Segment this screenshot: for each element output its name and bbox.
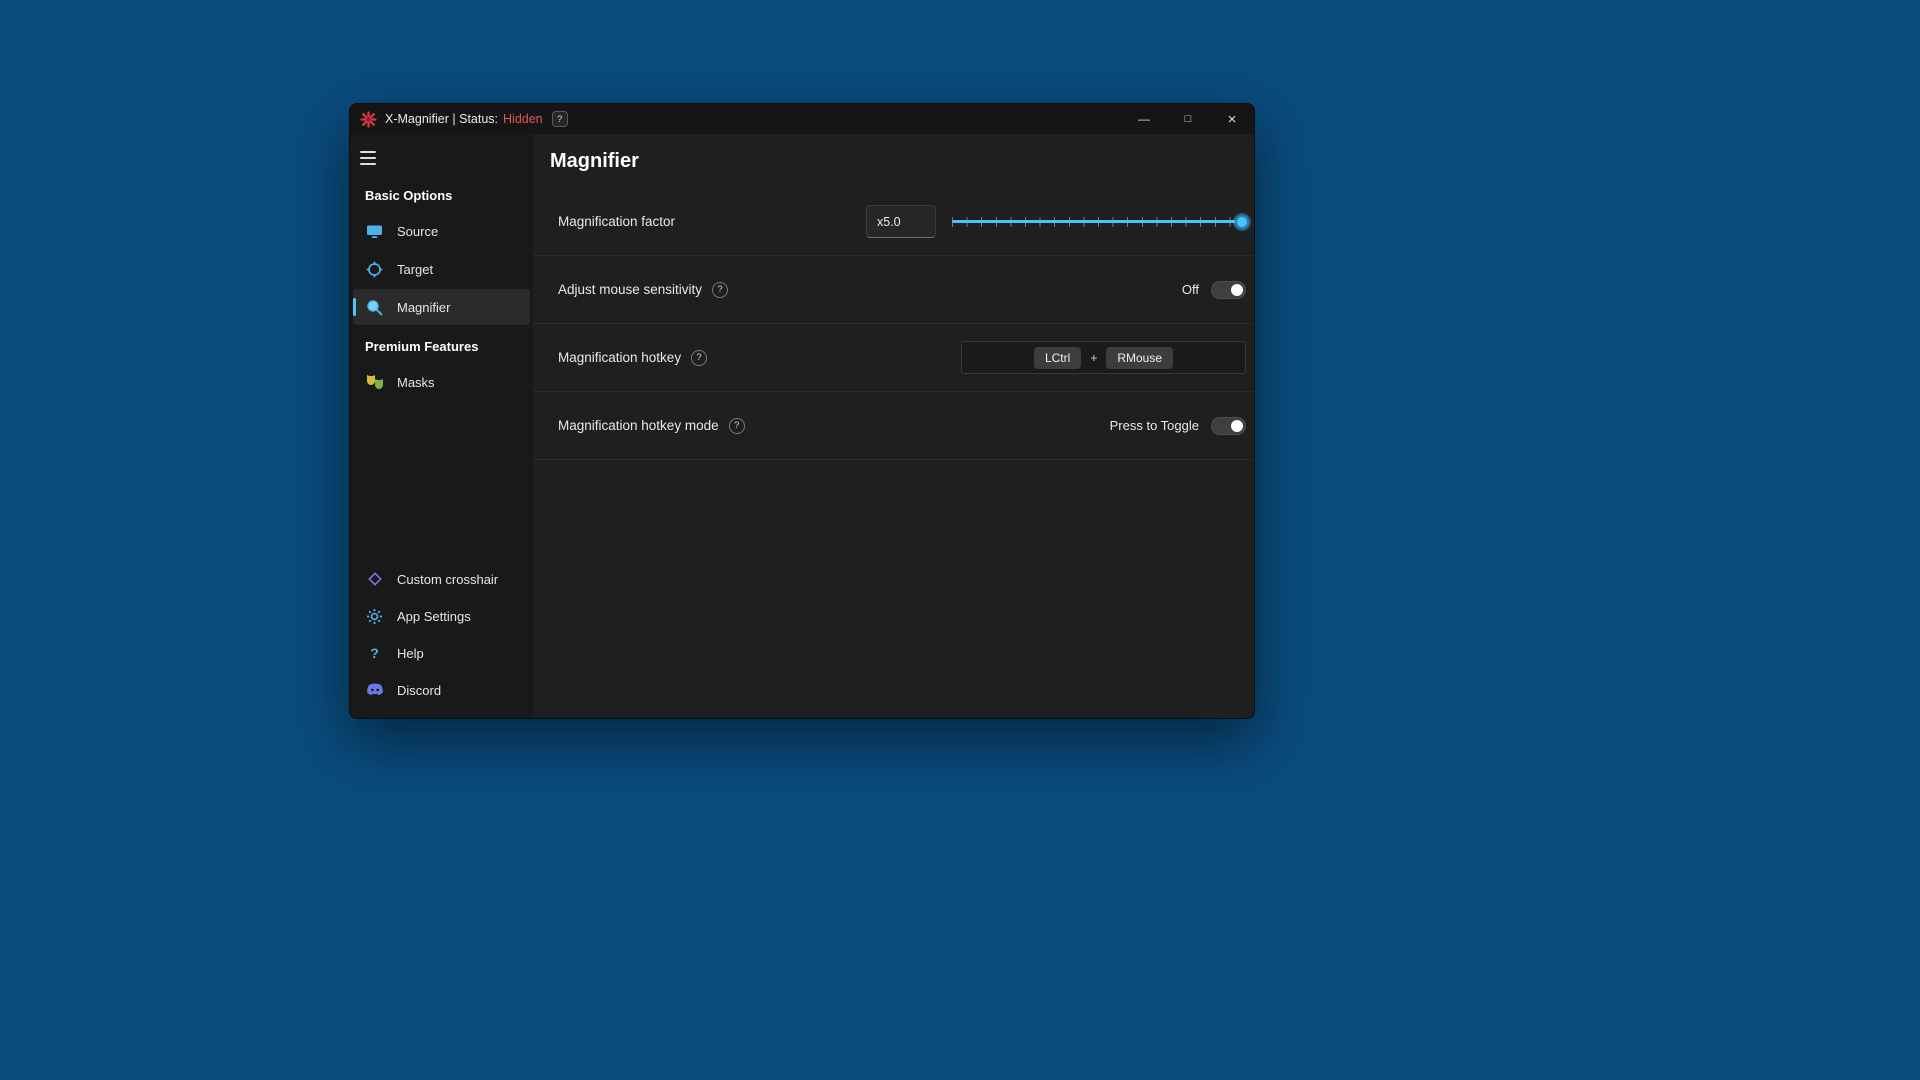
mouse-sensitivity-toggle[interactable] (1211, 281, 1246, 299)
sidebar-item-label: Source (397, 224, 438, 239)
question-icon: ? (365, 644, 384, 662)
titlebar-help-button[interactable]: ? (552, 111, 568, 127)
sidebar-item-label: Magnifier (397, 300, 450, 315)
page-title: Magnifier (533, 134, 1254, 188)
sidebar-item-label: App Settings (397, 609, 471, 624)
magnification-hotkey-label: Magnification hotkey (558, 350, 681, 365)
sidebar-item-custom-crosshair[interactable]: Custom crosshair (353, 561, 530, 597)
target-icon (365, 260, 384, 278)
sidebar-footer: Custom crosshair (350, 560, 533, 718)
window-controls: — □ × (1122, 104, 1254, 134)
app-logo-icon (360, 111, 377, 128)
close-button[interactable]: × (1210, 104, 1254, 134)
sidebar-item-label: Discord (397, 683, 441, 698)
monitor-icon (365, 222, 384, 240)
sidebar-item-magnifier[interactable]: Magnifier (353, 289, 530, 325)
hotkey-separator: + (1090, 351, 1097, 365)
hotkey-mode-help-icon[interactable]: ? (729, 418, 745, 434)
maximize-button[interactable]: □ (1166, 104, 1210, 134)
magnifier-icon (365, 298, 384, 316)
sidebar-item-help[interactable]: ? Help (353, 635, 530, 671)
discord-icon (365, 681, 384, 699)
sidebar-item-label: Custom crosshair (397, 572, 498, 587)
toggle-knob (1231, 284, 1243, 296)
minimize-button[interactable]: — (1122, 104, 1166, 134)
sidebar-item-label: Masks (397, 375, 435, 390)
hotkey-mode-state: Press to Toggle (1110, 418, 1199, 433)
toggle-knob (1231, 420, 1243, 432)
section-premium-features: Premium Features (350, 326, 533, 363)
crosshair-icon (365, 570, 384, 588)
sidebar-item-target[interactable]: Target (353, 251, 530, 287)
status-value: Hidden (503, 112, 543, 126)
slider-thumb[interactable] (1235, 215, 1249, 229)
row-hotkey-mode: Magnification hotkey mode ? Press to Tog… (533, 392, 1254, 460)
gear-icon (365, 607, 384, 625)
hotkey-key-2: RMouse (1106, 347, 1173, 369)
mouse-sensitivity-state: Off (1182, 282, 1199, 297)
main-content: Magnifier Magnification factor x5.0 Adju… (533, 134, 1254, 718)
sidebar-item-source[interactable]: Source (353, 213, 530, 249)
sidebar-item-label: Help (397, 646, 424, 661)
section-basic-options: Basic Options (350, 175, 533, 212)
hotkey-mode-label: Magnification hotkey mode (558, 418, 719, 433)
magnification-factor-slider[interactable] (952, 212, 1246, 232)
sidebar-item-app-settings[interactable]: App Settings (353, 598, 530, 634)
magnification-factor-label: Magnification factor (558, 214, 675, 229)
magnification-hotkey-help-icon[interactable]: ? (691, 350, 707, 366)
masks-icon (365, 373, 384, 391)
magnification-factor-input[interactable]: x5.0 (866, 205, 936, 238)
window-title: X-Magnifier | Status: (385, 112, 498, 126)
slider-track (952, 220, 1242, 223)
mouse-sensitivity-help-icon[interactable]: ? (712, 282, 728, 298)
hotkey-input[interactable]: LCtrl + RMouse (961, 341, 1246, 374)
row-mouse-sensitivity: Adjust mouse sensitivity ? Off (533, 256, 1254, 324)
hotkey-mode-toggle[interactable] (1211, 417, 1246, 435)
hamburger-menu-icon[interactable] (360, 145, 394, 171)
mouse-sensitivity-label: Adjust mouse sensitivity (558, 282, 702, 297)
row-magnification-hotkey: Magnification hotkey ? LCtrl + RMouse (533, 324, 1254, 392)
sidebar-item-masks[interactable]: Masks (353, 364, 530, 400)
sidebar: Basic Options Source (350, 134, 533, 718)
app-window: X-Magnifier | Status: Hidden ? — □ × Bas… (349, 103, 1255, 719)
sidebar-item-label: Target (397, 262, 433, 277)
sidebar-item-discord[interactable]: Discord (353, 672, 530, 708)
hotkey-key-1: LCtrl (1034, 347, 1081, 369)
row-magnification-factor: Magnification factor x5.0 (533, 188, 1254, 256)
titlebar[interactable]: X-Magnifier | Status: Hidden ? — □ × (350, 104, 1254, 134)
